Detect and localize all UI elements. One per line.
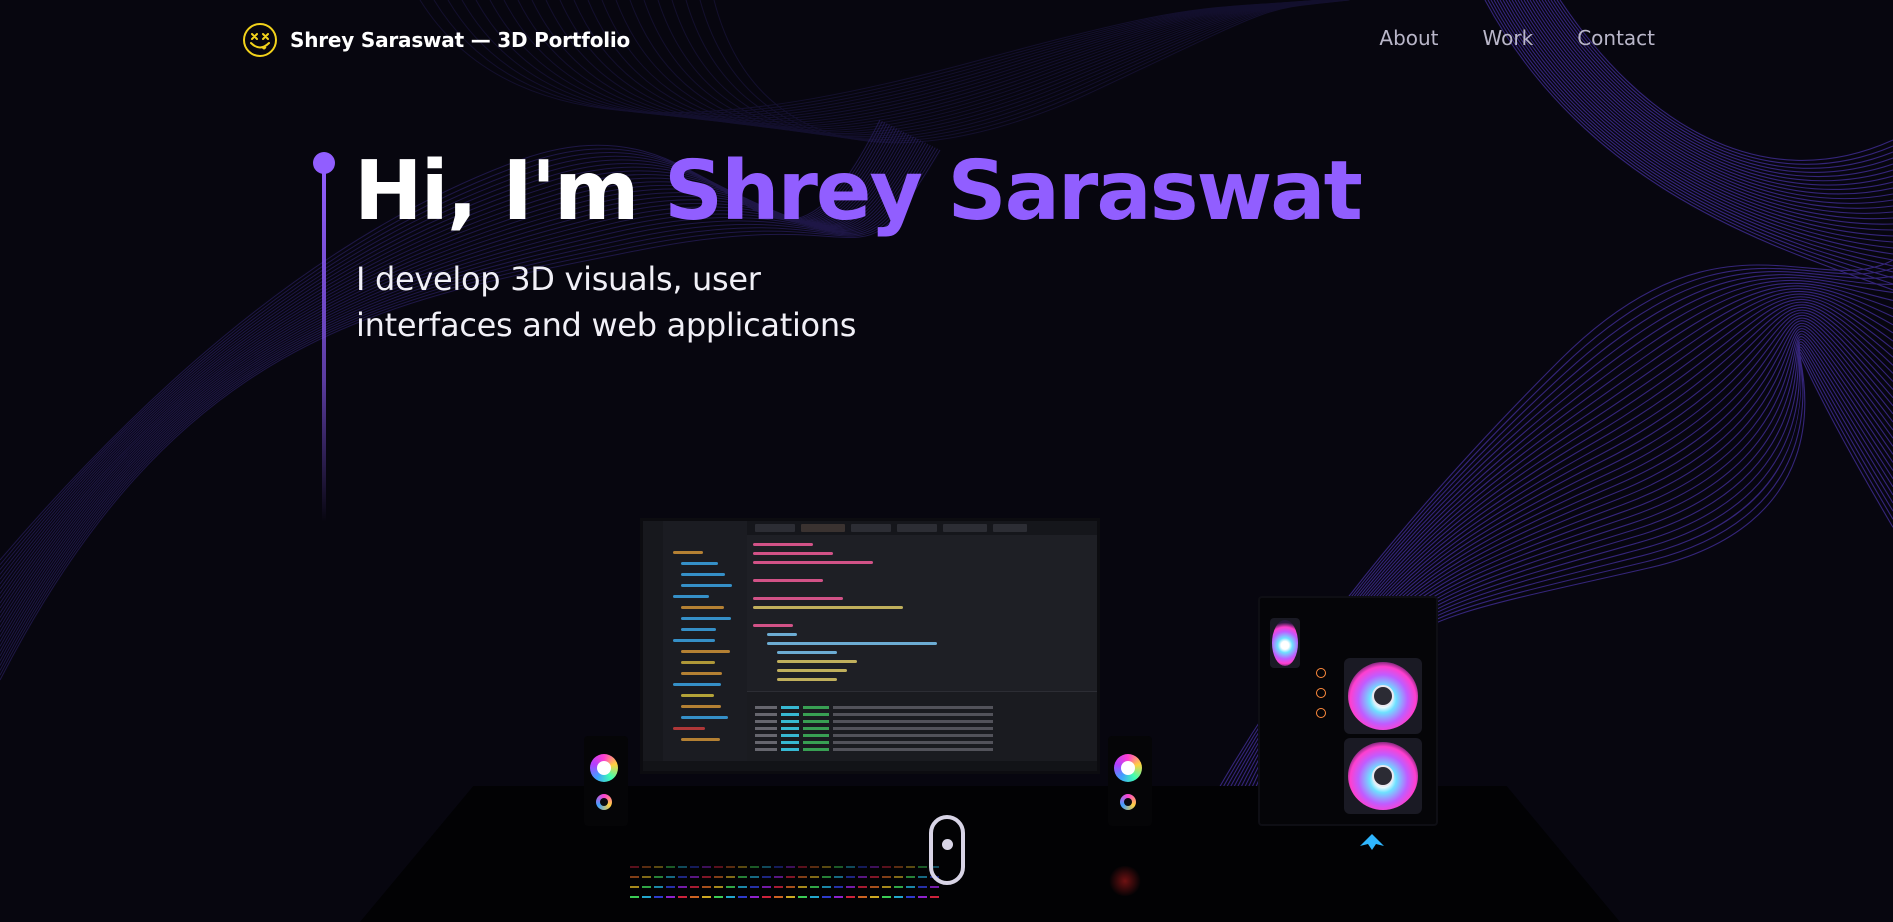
right-speaker: [1108, 736, 1152, 826]
mouse-scroll-icon[interactable]: [929, 815, 965, 885]
nav-link-about[interactable]: About: [1379, 26, 1438, 50]
monitor-code: [753, 543, 1067, 693]
aorus-logo-icon: [1360, 834, 1384, 850]
hero-accent-line: [313, 152, 335, 522]
tower-fan-side: [1270, 618, 1300, 668]
nav-links: About Work Contact: [1335, 26, 1655, 50]
hero-greeting: Hi, I'm: [354, 144, 665, 239]
hero-subtitle: I develop 3D visuals, user interfaces and…: [356, 256, 956, 348]
smiley-x-eyes-icon: [243, 23, 277, 57]
brand-title: Shrey Saraswat — 3D Portfolio: [290, 28, 631, 52]
top-navbar: Shrey Saraswat — 3D Portfolio About Work…: [0, 0, 1893, 80]
nav-link-contact[interactable]: Contact: [1577, 26, 1655, 50]
brand-link[interactable]: Shrey Saraswat — 3D Portfolio: [242, 22, 630, 58]
hero-accent-bar: [322, 170, 326, 522]
monitor-tabs: [747, 521, 1097, 535]
left-speaker: [584, 736, 628, 826]
tower-fan-top: [1344, 658, 1422, 734]
nav-link-work[interactable]: Work: [1483, 26, 1534, 50]
monitor-status-bar: [643, 761, 1097, 771]
hero-subtitle-line2: interfaces and web applications: [356, 306, 857, 344]
monitor-activity-bar: [643, 521, 663, 771]
pc-tower: [1258, 596, 1438, 826]
tower-fan-bottom: [1344, 738, 1422, 814]
hero-subtitle-line1: I develop 3D visuals, user: [356, 260, 761, 298]
background-wave-lines: [0, 0, 1893, 922]
keyboard: [630, 866, 939, 898]
hero-name: Shrey Saraswat: [664, 144, 1363, 239]
monitor: [640, 518, 1100, 774]
monitor-explorer: [663, 521, 747, 771]
mouse: [1108, 866, 1142, 896]
monitor-terminal: [747, 691, 1097, 761]
scroll-dot: [942, 839, 953, 850]
hero-heading: Hi, I'm Shrey Saraswat: [354, 142, 1363, 242]
